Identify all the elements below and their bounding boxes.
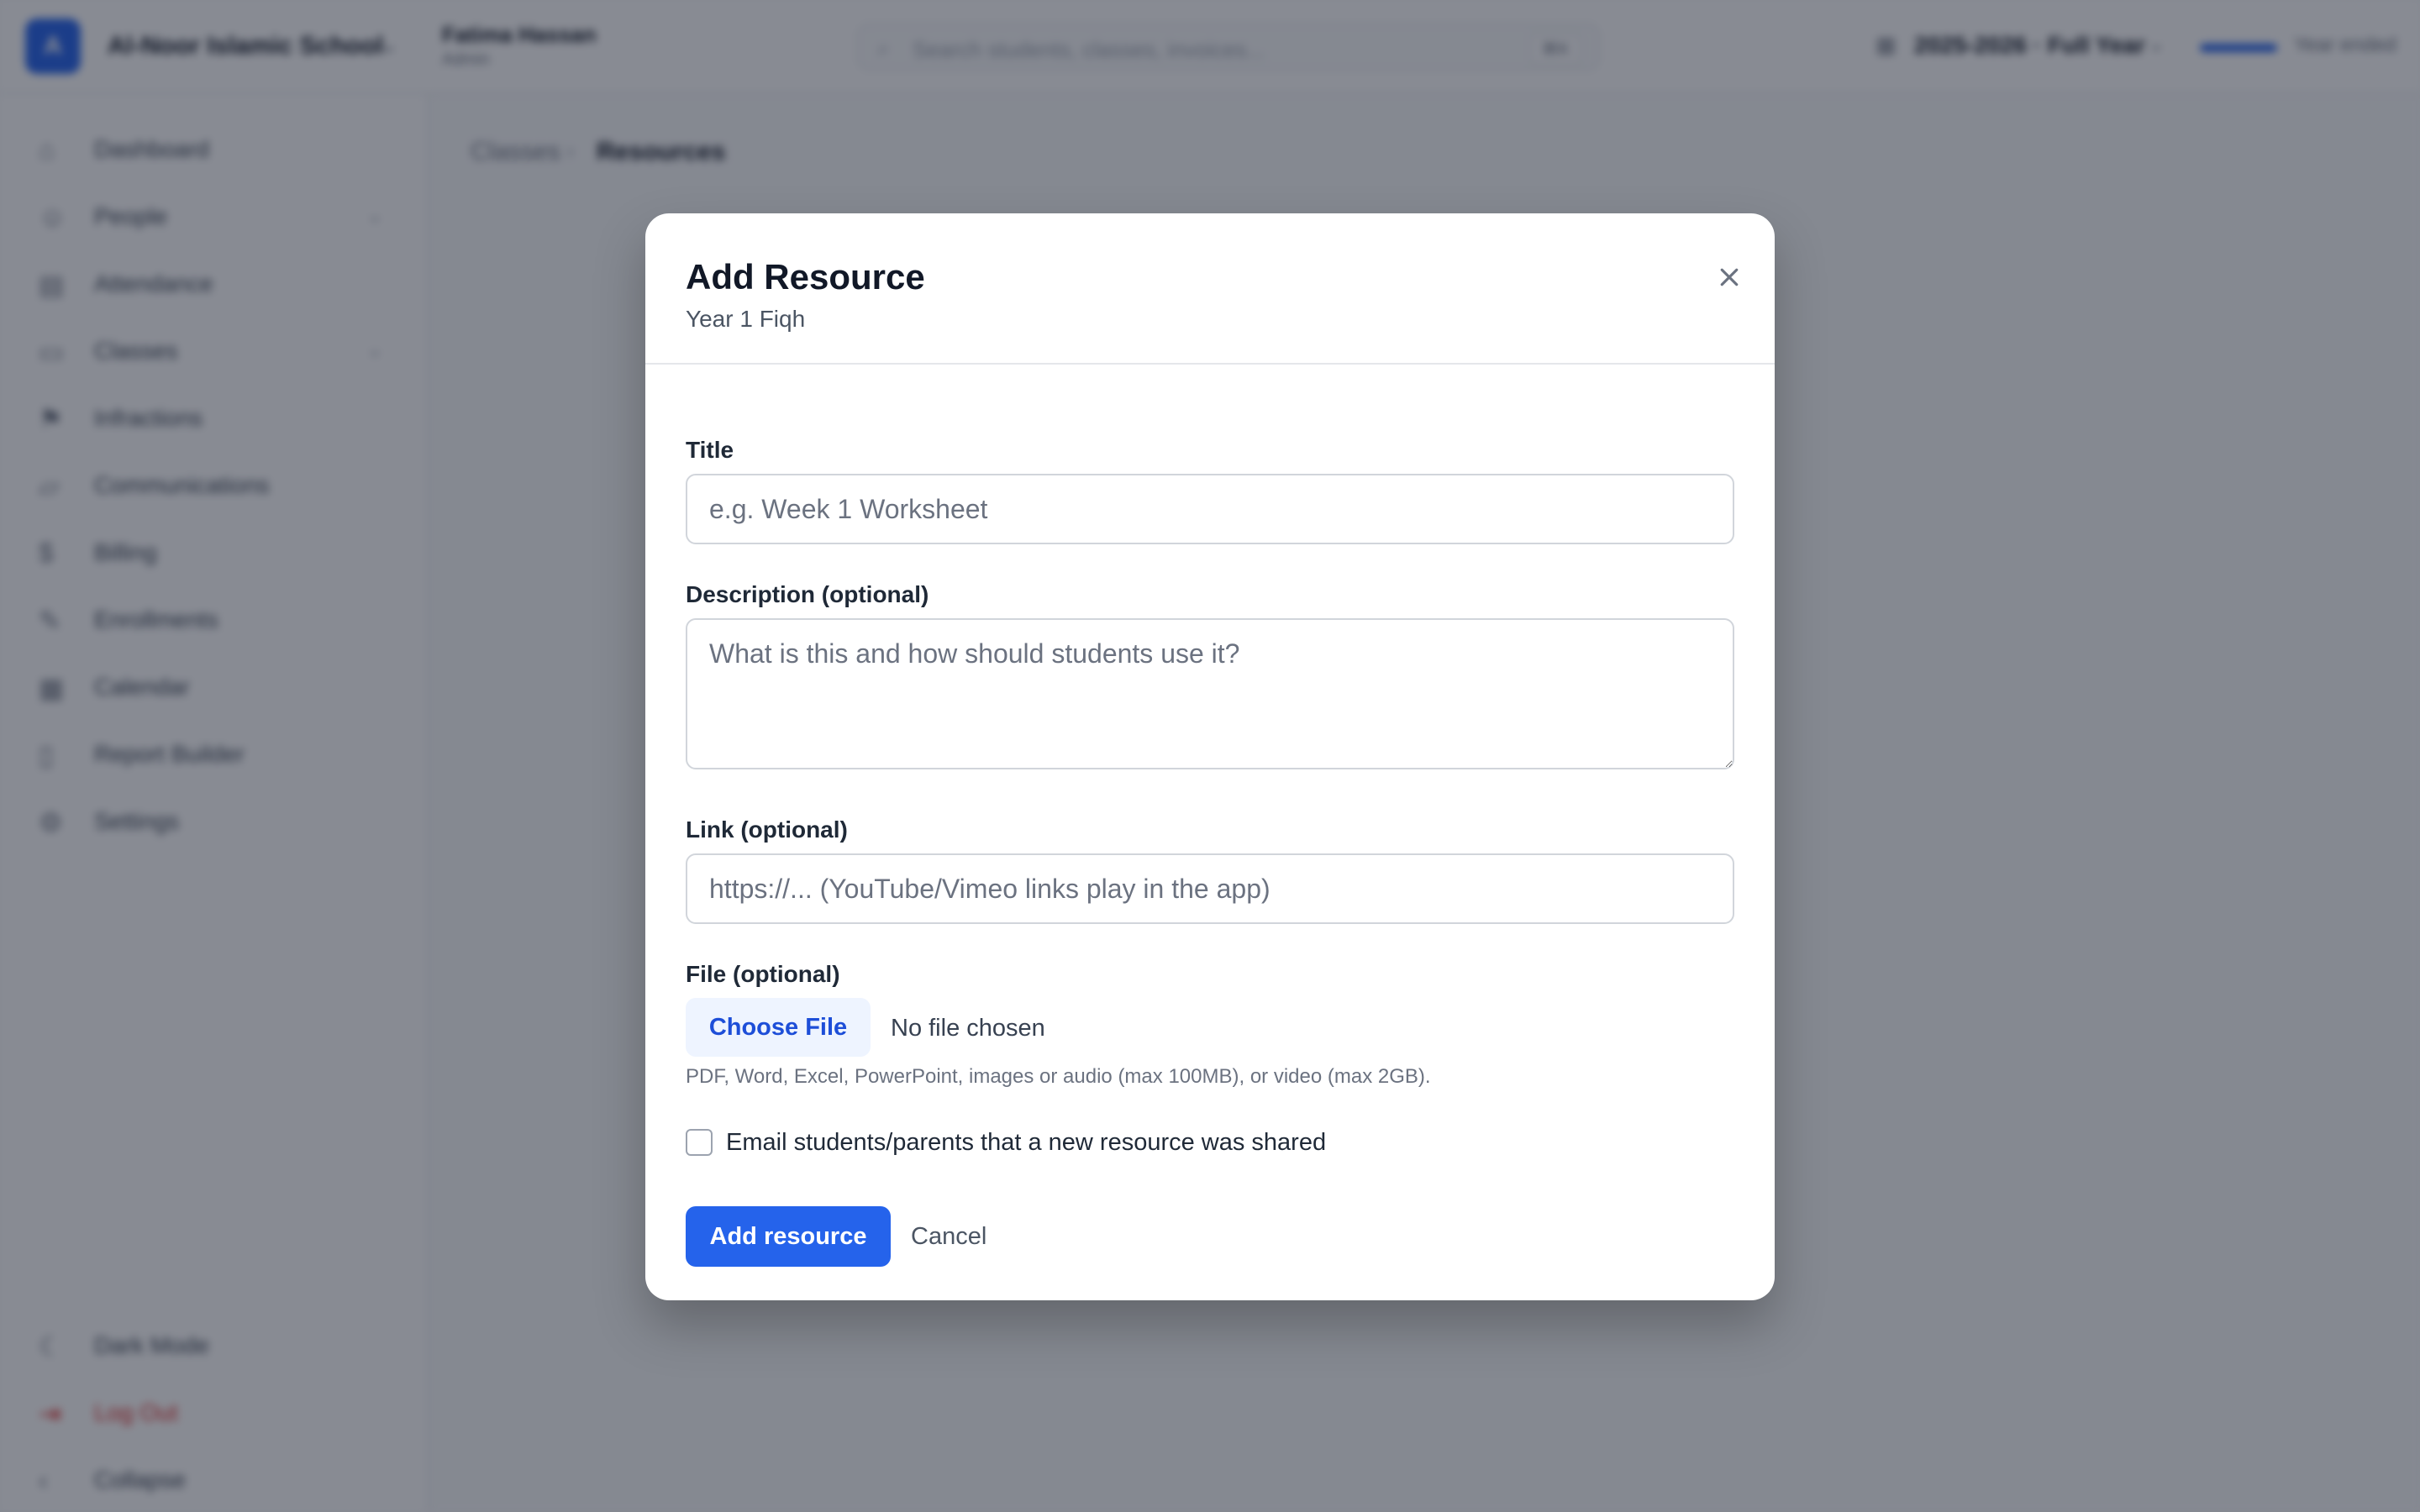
link-input[interactable] xyxy=(686,853,1734,924)
dialog-header: Add Resource Year 1 Fiqh xyxy=(645,213,1775,365)
close-icon xyxy=(1720,268,1739,286)
link-label: Link (optional) xyxy=(686,816,848,843)
notify-checkbox[interactable] xyxy=(686,1129,713,1156)
title-label: Title xyxy=(686,437,734,463)
add-resource-button[interactable]: Add resource xyxy=(686,1206,891,1267)
file-label: File (optional) xyxy=(686,961,840,987)
close-button[interactable] xyxy=(1706,254,1753,301)
title-input[interactable] xyxy=(686,474,1734,544)
dialog-title: Add Resource xyxy=(686,257,925,297)
dialog-subtitle: Year 1 Fiqh xyxy=(686,306,806,332)
description-textarea[interactable] xyxy=(686,618,1734,769)
choose-file-button[interactable]: Choose File xyxy=(686,998,871,1057)
description-label: Description (optional) xyxy=(686,581,929,607)
notify-checkbox-label[interactable]: Email students/parents that a new resour… xyxy=(726,1129,1326,1157)
file-status: No file chosen xyxy=(891,1015,1045,1042)
cancel-button[interactable]: Cancel xyxy=(911,1206,986,1267)
file-hint: PDF, Word, Excel, PowerPoint, images or … xyxy=(686,1065,1431,1088)
add-resource-dialog: Add Resource Year 1 Fiqh Title Descripti… xyxy=(645,213,1775,1300)
app-root: A Al-Noor Islamic School ⌄ Fatima Hassan… xyxy=(0,0,2420,1512)
